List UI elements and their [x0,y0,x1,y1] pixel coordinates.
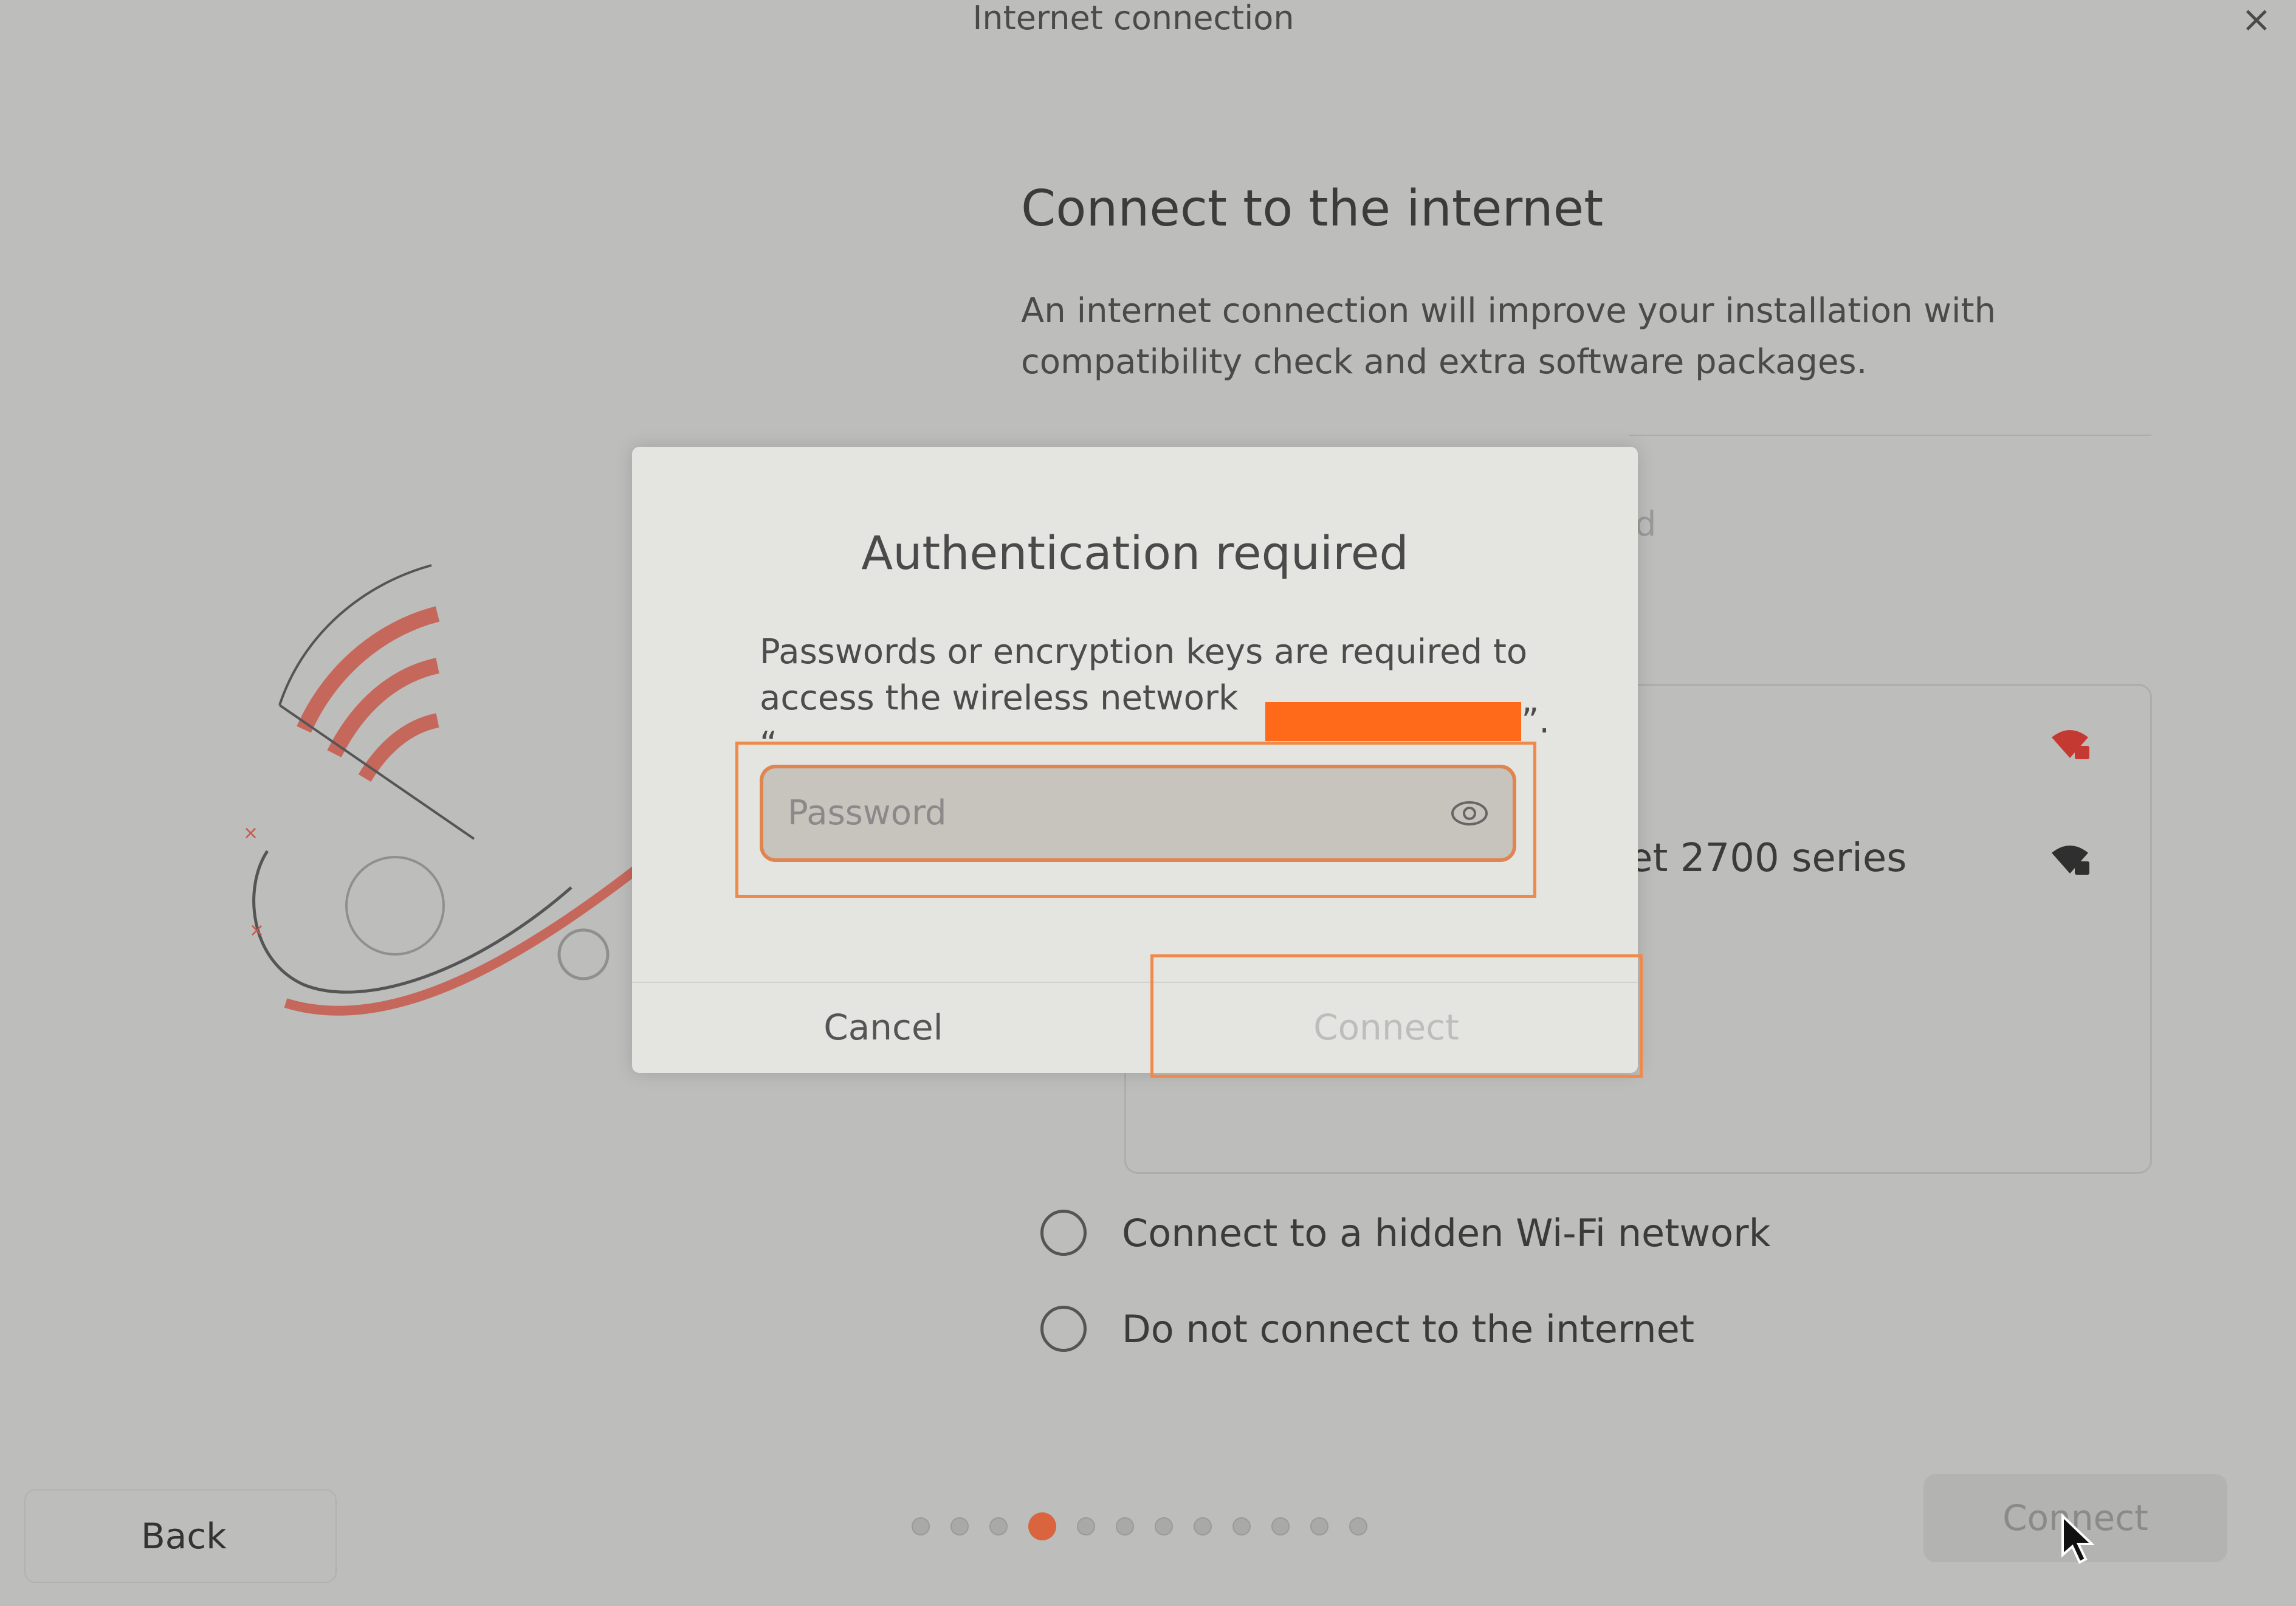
step-dot [1194,1517,1212,1535]
svg-text:×: × [243,822,258,844]
step-dot [1271,1517,1290,1535]
step-dot [1155,1517,1173,1535]
step-dot [1116,1517,1134,1535]
eye-icon[interactable] [1451,798,1488,829]
network-name[interactable]: et 2700 series [1629,836,1907,881]
step-dot-active [1028,1512,1056,1540]
connect-highlight-frame [1150,954,1643,1078]
page-description: An internet connection will improve your… [1021,291,1996,382]
step-dot [950,1517,969,1535]
step-dot [1349,1517,1367,1535]
step-indicator [912,1512,1367,1540]
option-no-internet[interactable]: Do not connect to the internet [1040,1306,1694,1352]
password-placeholder: Password [788,793,947,833]
window-title: Internet connection [972,0,1294,37]
dialog-message-suffix: ”. [1521,701,1550,741]
back-button[interactable]: Back [24,1489,337,1583]
step-dot [1077,1517,1095,1535]
step-dot [1232,1517,1251,1535]
wifi-cloud-illustration: × × [243,564,647,1016]
page-title: Connect to the internet [1021,180,1604,238]
step-dot [912,1517,930,1535]
wifi-locked-icon [2052,846,2089,875]
password-input[interactable]: Password [760,765,1516,862]
wifi-locked-icon [2052,730,2089,759]
option-hidden-network[interactable]: Connect to a hidden Wi-Fi network [1040,1210,1771,1256]
dialog-message-line1: Passwords or encryption keys are require… [760,632,1528,672]
mouse-cursor-icon [2061,1514,2095,1564]
option-label: Connect to a hidden Wi-Fi network [1122,1210,1771,1255]
step-dot [989,1517,1008,1535]
redacted-network-name [1265,702,1522,741]
option-label: Do not connect to the internet [1122,1306,1695,1351]
network-header-text: d [1635,505,1657,544]
svg-text:×: × [249,920,264,941]
radio-button[interactable] [1040,1306,1087,1352]
network-list-divider [1629,435,2151,436]
dialog-title: Authentication required [861,526,1409,580]
close-icon[interactable]: × [2241,1,2272,38]
radio-button[interactable] [1040,1210,1087,1256]
cancel-button[interactable]: Cancel [632,982,1135,1073]
step-dot [1310,1517,1328,1535]
